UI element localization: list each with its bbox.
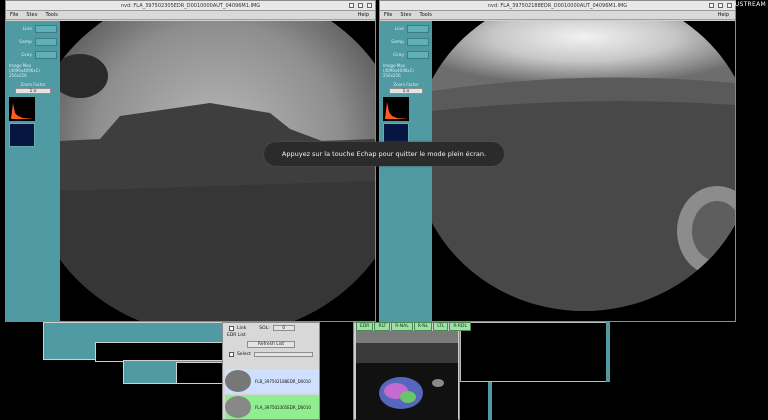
gray-field: Gray xyxy=(9,50,57,60)
right-menubar: File Stev Tools Help xyxy=(380,11,735,20)
zoom-label: Zoom Factor xyxy=(20,82,46,87)
histogram-thumbnail-2 xyxy=(9,123,35,147)
left-info-panel: Line Samp Gray Image Max (4096x4096x1) 2… xyxy=(6,21,60,322)
right-camera-image[interactable] xyxy=(432,21,735,321)
gray-field: Gray xyxy=(383,50,429,60)
minimize-icon[interactable] xyxy=(349,3,354,8)
select-dropdown[interactable] xyxy=(253,352,313,357)
histogram-thumbnail xyxy=(383,97,409,121)
image-info: Image Max (4096x4096x1) 256x256 xyxy=(383,63,414,78)
link-row: Link SOL: 0 xyxy=(223,323,319,333)
histogram-icon xyxy=(385,102,408,119)
edr-list-label: EDR List xyxy=(227,333,246,338)
terrain-map-icon xyxy=(356,331,458,420)
zoom-select[interactable]: 1:x xyxy=(389,88,423,94)
tab-ltl[interactable]: LTL xyxy=(433,322,449,331)
thumbnail-icon xyxy=(225,396,251,418)
menu-file[interactable]: File xyxy=(10,11,18,19)
background-window-7 xyxy=(488,382,492,420)
edr-list-window: Link SOL: 0 EDR List Refresh List Select… xyxy=(222,322,320,420)
tab-r-nl[interactable]: R-NL xyxy=(413,322,433,331)
camera-tabs: EDR RLT R-NAL R-NL LTL R-RDL xyxy=(356,322,472,331)
edr-list-item[interactable]: FLB_397502188EDR_D0010 xyxy=(225,369,319,393)
edr-list-item[interactable]: FLA_397502305EDR_D0010 xyxy=(225,395,319,419)
menu-help[interactable]: Help xyxy=(718,11,729,20)
line-input[interactable] xyxy=(407,25,429,33)
menu-stev[interactable]: Stev xyxy=(26,11,37,19)
close-icon[interactable] xyxy=(727,3,732,8)
zoom-select[interactable]: 1:x xyxy=(15,88,51,94)
select-row: Select xyxy=(223,351,319,358)
mini-camera-image[interactable] xyxy=(356,331,458,420)
image-info: Image Max (4096x4096x1) 256x256 xyxy=(9,63,40,78)
zoom-label: Zoom Factor xyxy=(393,82,419,87)
background-window-2 xyxy=(95,342,225,362)
select-checkbox[interactable] xyxy=(229,352,234,357)
background-window-5 xyxy=(460,322,610,382)
ustream-watermark: USTREAM xyxy=(734,1,766,8)
background-window-6 xyxy=(606,322,610,382)
screen: nvd: FLA_397502305EDR_D0010000AUT_04096M… xyxy=(0,0,768,420)
tab-rlt[interactable]: RLT xyxy=(374,322,391,331)
right-info-panel: Line Samp Gray Image Max (4096x4096x1) 2… xyxy=(380,21,432,322)
samp-input[interactable] xyxy=(35,38,57,46)
mars-hazcam-right-icon xyxy=(432,21,735,321)
refresh-list-button[interactable]: Refresh List xyxy=(247,341,295,348)
tab-r-rdl[interactable]: R-RDL xyxy=(449,322,472,331)
menu-tools[interactable]: Tools xyxy=(420,11,432,19)
left-window-title: nvd: FLA_397502305EDR_D0010000AUT_04096M… xyxy=(120,3,261,9)
menu-file[interactable]: File xyxy=(384,11,392,19)
histogram-icon xyxy=(11,103,34,119)
line-field: Line xyxy=(9,24,57,34)
background-window-4 xyxy=(176,362,226,384)
line-field: Line xyxy=(383,24,429,34)
menu-help[interactable]: Help xyxy=(358,11,369,20)
samp-field: Samp xyxy=(9,37,57,47)
thumbnail-icon xyxy=(225,370,251,392)
maximize-icon[interactable] xyxy=(718,3,723,8)
samp-input[interactable] xyxy=(407,38,429,46)
left-titlebar[interactable]: nvd: FLA_397502305EDR_D0010000AUT_04096M… xyxy=(6,1,375,11)
left-menubar: File Stev Tools Help xyxy=(6,11,375,20)
menu-tools[interactable]: Tools xyxy=(46,11,58,19)
link-checkbox[interactable] xyxy=(229,325,234,331)
minimize-icon[interactable] xyxy=(709,3,714,8)
gray-input[interactable] xyxy=(35,51,57,59)
tab-edr[interactable]: EDR xyxy=(356,322,374,331)
fullscreen-toast: Appuyez sur la touche Echap pour quitter… xyxy=(264,142,504,166)
left-camera-image[interactable] xyxy=(60,21,375,321)
histogram-thumbnail xyxy=(9,97,35,121)
right-window-title: nvd: FLA_397502188EDR_D0010000AUT_04096M… xyxy=(487,3,628,9)
tab-r-nal[interactable]: R-NAL xyxy=(391,322,413,331)
line-input[interactable] xyxy=(35,25,57,33)
samp-field: Samp xyxy=(383,37,429,47)
gray-input[interactable] xyxy=(407,51,429,59)
menu-stev[interactable]: Stev xyxy=(400,11,411,19)
sol-input[interactable]: 0 xyxy=(272,325,295,331)
mars-hazcam-left-icon xyxy=(60,21,375,321)
close-icon[interactable] xyxy=(367,3,372,8)
right-titlebar[interactable]: nvd: FLA_397502188EDR_D0010000AUT_04096M… xyxy=(380,1,735,11)
maximize-icon[interactable] xyxy=(358,3,363,8)
